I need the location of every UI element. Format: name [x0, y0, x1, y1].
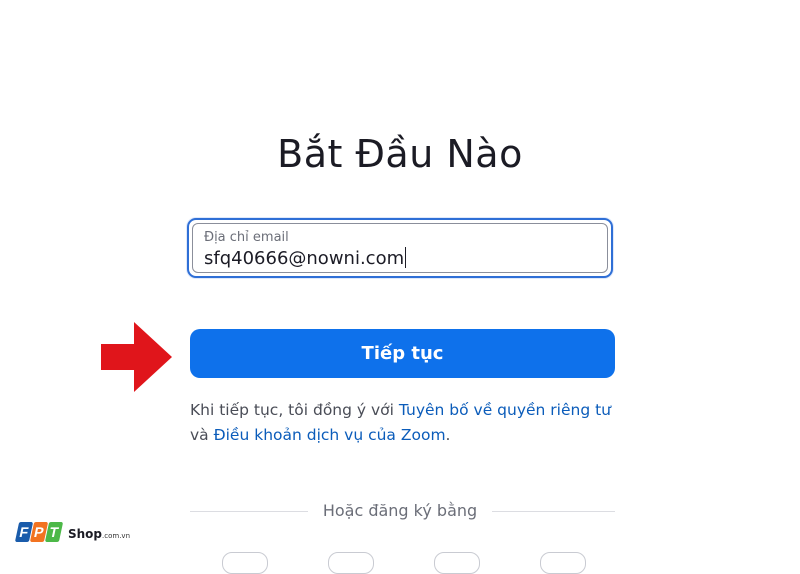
terms-conjunction: và [190, 426, 214, 444]
fpt-logo-icon: F P T [15, 522, 63, 542]
terms-notice: Khi tiếp tục, tôi đồng ý với Tuyên bố về… [190, 398, 630, 448]
text-caret [405, 247, 407, 268]
fpt-shop-logo: F P T Shop.com.vn [14, 518, 130, 546]
watermark-domain: .com.vn [102, 532, 131, 540]
email-input-value: sfq40666@nowni.com [204, 248, 405, 269]
watermark-shop: Shop [68, 527, 103, 541]
continue-button[interactable]: Tiếp tục [190, 329, 615, 378]
social-signup-button-3[interactable] [434, 552, 480, 574]
social-signup-button-2[interactable] [328, 552, 374, 574]
terms-of-service-link[interactable]: Điều khoản dịch vụ của Zoom [214, 426, 446, 444]
divider-line-left [190, 511, 308, 512]
terms-suffix: . [445, 426, 451, 444]
divider-line-right [492, 511, 615, 512]
email-field-label: Địa chỉ email [204, 230, 289, 245]
terms-prefix: Khi tiếp tục, tôi đồng ý với [190, 401, 399, 419]
divider-label: Hoặc đăng ký bằng [322, 501, 478, 520]
social-signup-button-4[interactable] [540, 552, 586, 574]
right-arrow-icon [101, 322, 172, 392]
social-signup-button-1[interactable] [222, 552, 268, 574]
privacy-statement-link[interactable]: Tuyên bố về quyền riêng tư [399, 401, 611, 419]
email-input[interactable]: sfq40666@nowni.com [204, 247, 407, 270]
watermark-text: Shop.com.vn [68, 527, 130, 541]
email-field[interactable]: Địa chỉ email sfq40666@nowni.com [187, 218, 613, 278]
page-title: Bắt Đầu Nào [277, 132, 523, 176]
